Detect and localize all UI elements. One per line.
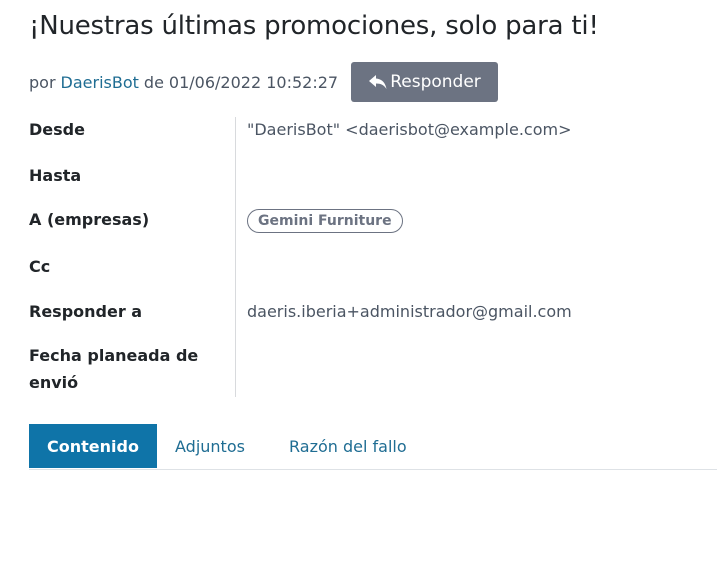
reply-button[interactable]: Responder: [351, 62, 498, 102]
page-title: ¡Nuestras últimas promociones, solo para…: [29, 11, 599, 41]
reply-to-value: daeris.iberia+administrador@gmail.com: [247, 302, 572, 321]
message-date: 01/06/2022 10:52:27: [168, 72, 339, 92]
from-label: Desde: [29, 120, 85, 139]
reply-arrow-icon: [369, 75, 387, 89]
cc-label: Cc: [29, 257, 51, 276]
by-label: por: [29, 72, 56, 92]
field-divider: [235, 117, 236, 397]
tab-content[interactable]: Contenido: [29, 424, 157, 468]
from-value: "DaerisBot" <daerisbot@example.com>: [247, 120, 572, 139]
tab-failure-reason[interactable]: Razón del fallo: [289, 424, 407, 468]
notebook-tabs: Contenido Adjuntos Razón del fallo: [29, 424, 717, 470]
message-meta: por DaerisBot de 01/06/2022 10:52:27: [29, 62, 338, 102]
to-label: Hasta: [29, 166, 82, 185]
scheduled-date-label: Fecha planeada de envió: [29, 346, 199, 392]
mail-message-form: ¡Nuestras últimas promociones, solo para…: [0, 0, 717, 578]
date-prefix: de: [143, 72, 164, 92]
companies-label: A (empresas): [29, 210, 150, 229]
reply-button-label: Responder: [390, 72, 481, 92]
company-tag[interactable]: Gemini Furniture: [247, 209, 403, 233]
reply-to-label: Responder a: [29, 302, 143, 321]
author-link[interactable]: DaerisBot: [61, 73, 139, 92]
tab-attachments[interactable]: Adjuntos: [175, 424, 245, 468]
